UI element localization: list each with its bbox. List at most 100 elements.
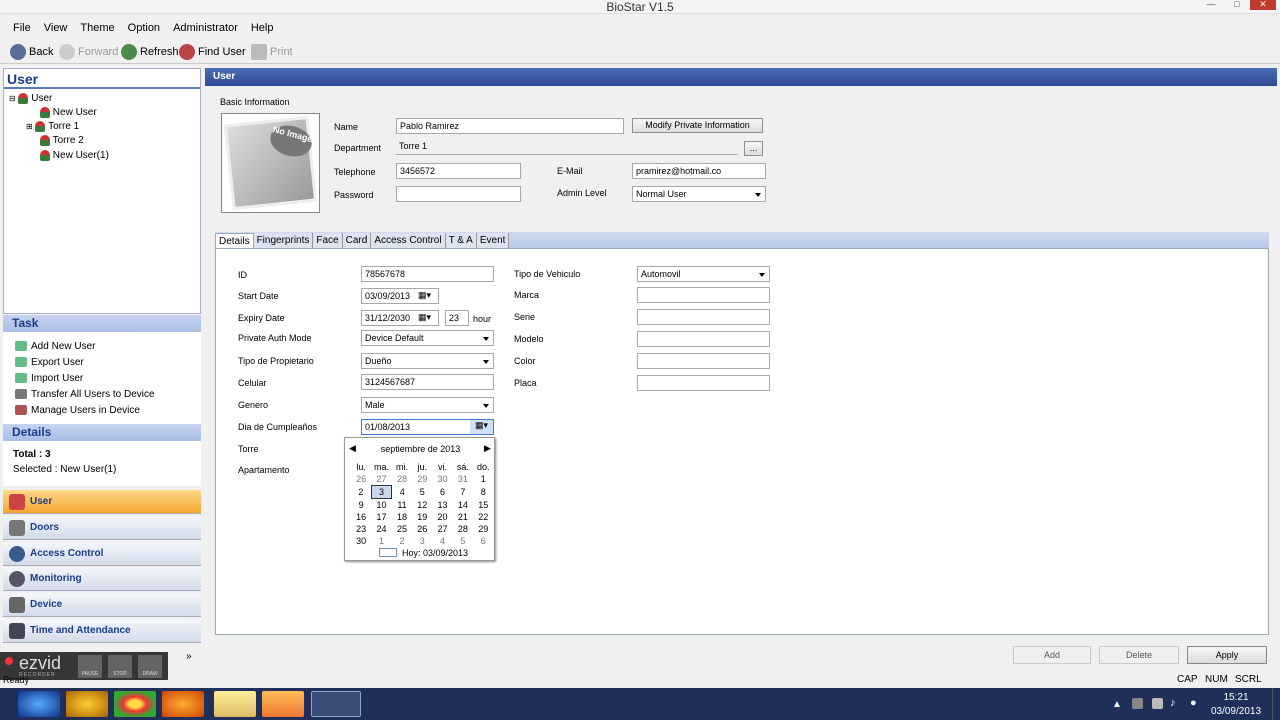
media-player-icon[interactable] (262, 691, 304, 717)
menu-help[interactable]: Help (251, 20, 274, 36)
calendar-day[interactable]: 20 (432, 511, 452, 523)
calendar-day[interactable]: 10 (371, 499, 392, 512)
tab-ta[interactable]: T & A (445, 233, 477, 248)
calendar-day[interactable]: 15 (473, 499, 493, 512)
genero-select[interactable]: Male (361, 397, 494, 413)
forward-button[interactable]: Forward (59, 44, 118, 60)
tray-app-icon[interactable] (1132, 698, 1143, 709)
menu-file[interactable]: File (13, 20, 31, 36)
calendar-day[interactable]: 28 (453, 523, 473, 535)
tab-fingerprints[interactable]: Fingerprints (253, 233, 314, 248)
calendar-day[interactable]: 11 (392, 499, 412, 512)
volume-icon[interactable]: ♪ (1170, 697, 1176, 709)
private-auth-mode-select[interactable]: Device Default (361, 330, 494, 346)
close-button[interactable]: ✕ (1250, 0, 1276, 10)
calendar-day[interactable]: 27 (432, 523, 452, 535)
menu-view[interactable]: View (44, 20, 68, 36)
task-manage-users[interactable]: Manage Users in Device (15, 403, 200, 419)
nav-device[interactable]: Device (3, 593, 201, 617)
calendar-day[interactable]: 30 (351, 535, 371, 547)
calendar-day[interactable]: 23 (351, 523, 371, 535)
back-button[interactable]: Back (10, 44, 53, 60)
today-link[interactable]: Hoy: 03/09/2013 (402, 548, 468, 558)
color-field[interactable] (637, 353, 770, 369)
task-import-user[interactable]: Import User (15, 371, 200, 387)
admin-level-select[interactable]: Normal User (632, 186, 766, 202)
calendar-day[interactable]: 17 (371, 511, 392, 523)
calendar-day[interactable]: 25 (392, 523, 412, 535)
clock-time[interactable]: 15:21 (1210, 692, 1262, 703)
calendar-day[interactable]: 30 (432, 473, 452, 486)
print-button[interactable]: Print (251, 44, 293, 60)
menu-theme[interactable]: Theme (80, 20, 114, 36)
next-month-icon[interactable]: ▶ (484, 443, 491, 454)
tree-root[interactable]: ⊟ User (9, 93, 52, 104)
calendar-icon[interactable]: ▦▾ (418, 290, 431, 301)
nav-doors[interactable]: Doors (3, 516, 201, 540)
calendar-day[interactable]: 2 (351, 486, 371, 499)
calendar-day[interactable]: 5 (453, 535, 473, 547)
id-field[interactable]: 78567678 (361, 266, 494, 282)
tree-item-torre-1[interactable]: ⊞ Torre 1 (26, 121, 79, 132)
tab-card[interactable]: Card (342, 233, 372, 248)
collapse-icon[interactable]: ⊟ (9, 94, 16, 103)
calendar-day[interactable]: 7 (453, 486, 473, 499)
calendar-day[interactable]: 16 (351, 511, 371, 523)
calendar-day[interactable]: 14 (453, 499, 473, 512)
calendar-day[interactable]: 21 (453, 511, 473, 523)
delete-button[interactable]: Delete (1099, 646, 1179, 664)
calendar-day[interactable]: 26 (412, 523, 432, 535)
nav-monitoring[interactable]: Monitoring (3, 567, 201, 591)
marca-field[interactable] (637, 287, 770, 303)
add-button[interactable]: Add (1013, 646, 1091, 664)
chrome-icon[interactable] (114, 691, 156, 717)
calendar-day[interactable]: 4 (392, 486, 412, 499)
calendar-day[interactable]: 2 (392, 535, 412, 547)
calendar-day[interactable]: 22 (473, 511, 493, 523)
tipo-propietario-select[interactable]: Dueño (361, 353, 494, 369)
tray-arrow-icon[interactable]: ▲ (1112, 699, 1122, 710)
task-export-user[interactable]: Export User (15, 355, 200, 371)
tree-item-new-user[interactable]: New User (40, 107, 97, 118)
show-desktop-button[interactable] (1272, 688, 1280, 720)
calendar-day[interactable]: 5 (412, 486, 432, 499)
expiry-hour-field[interactable]: 23 (445, 310, 469, 326)
user-photo[interactable]: No Image (221, 113, 320, 213)
tab-details[interactable]: Details (215, 233, 254, 248)
biostar-taskbar-icon[interactable] (311, 691, 361, 717)
tipo-vehiculo-select[interactable]: Automovil (637, 266, 770, 282)
tray-flag-icon[interactable] (1152, 698, 1163, 709)
calendar-day[interactable]: 3 (412, 535, 432, 547)
calendar-day[interactable]: 19 (412, 511, 432, 523)
email-field[interactable]: pramirez@hotmail.co (632, 163, 766, 179)
calendar-month-title[interactable]: septiembre de 2013 (345, 444, 496, 454)
nav-time-attendance[interactable]: Time and Attendance (3, 619, 201, 643)
find-user-button[interactable]: Find User (179, 44, 246, 60)
tree-item-torre-2[interactable]: Torre 2 (40, 135, 84, 146)
nav-expand-icon[interactable]: » (186, 651, 192, 662)
modelo-field[interactable] (637, 331, 770, 347)
globe-app-icon[interactable] (66, 691, 108, 717)
refresh-button[interactable]: Refresh (121, 44, 179, 60)
tab-face[interactable]: Face (313, 233, 343, 248)
calendar-day[interactable]: 8 (473, 486, 493, 499)
menu-option[interactable]: Option (128, 20, 160, 36)
tab-event[interactable]: Event (476, 233, 510, 248)
calendar-day[interactable]: 4 (432, 535, 452, 547)
expand-icon[interactable]: ⊞ (26, 122, 33, 131)
calendar-day[interactable]: 1 (473, 473, 493, 486)
department-field[interactable]: Torre 1 (396, 141, 738, 155)
calendar-dropdown-icon[interactable]: ▦▾ (470, 420, 493, 434)
calendar-day[interactable]: 28 (392, 473, 412, 486)
tree-item-new-user-1[interactable]: New User(1) (40, 150, 109, 161)
calendar-day[interactable]: 13 (432, 499, 452, 512)
calendar-day[interactable]: 6 (473, 535, 493, 547)
calendar-day[interactable]: 29 (473, 523, 493, 535)
explorer-folder-icon[interactable] (214, 691, 256, 717)
department-browse-button[interactable]: ... (744, 141, 763, 156)
calendar-day[interactable]: 9 (351, 499, 371, 512)
calendar-day[interactable]: 1 (371, 535, 392, 547)
name-field[interactable]: Pablo Ramirez (396, 118, 624, 134)
minimize-button[interactable]: — (1198, 0, 1224, 10)
modify-private-info-button[interactable]: Modify Private Information (632, 118, 763, 133)
